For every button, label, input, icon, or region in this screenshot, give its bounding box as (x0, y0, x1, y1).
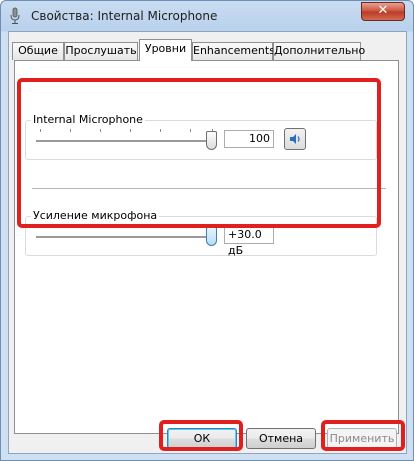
tab-advanced[interactable]: Дополнительно (273, 42, 365, 60)
window-title: Свойства: Internal Microphone (31, 9, 218, 23)
tab-general[interactable]: Общие (12, 42, 64, 60)
title-bar: Свойства: Internal Microphone ✕ (1, 1, 413, 31)
boost-level-value[interactable]: +30.0 дБ (224, 226, 274, 257)
levels-highlight-frame (17, 78, 381, 228)
tab-enhancements[interactable]: Enhancements (192, 42, 275, 60)
ok-highlight-frame (159, 420, 243, 451)
close-button[interactable]: ✕ (361, 2, 405, 21)
boost-slider-thumb[interactable] (206, 227, 217, 246)
cancel-button[interactable]: Отмена (246, 428, 316, 449)
tab-strip: Общие Прослушать Уровни Enhancements Доп… (9, 39, 406, 61)
apply-highlight-frame (321, 420, 405, 451)
boost-slider-track[interactable] (36, 236, 214, 239)
properties-window: Свойства: Internal Microphone ✕ Общие Пр… (0, 0, 414, 461)
microphone-icon (10, 7, 20, 24)
tab-listen[interactable]: Прослушать (64, 42, 138, 60)
tab-levels[interactable]: Уровни (139, 39, 192, 61)
